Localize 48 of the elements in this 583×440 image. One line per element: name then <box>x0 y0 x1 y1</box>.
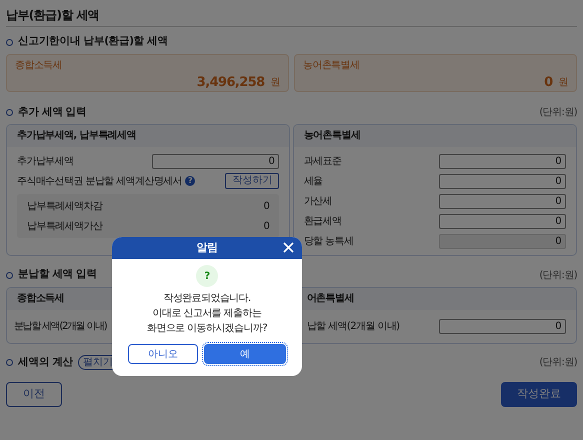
field-label: 주식매수선택권 분납할 세액계산명세서 <box>17 174 182 188</box>
unit-label: 원 <box>270 76 280 90</box>
card-label: 종합소득세 <box>15 58 64 72</box>
complete-button[interactable]: 작성완료 <box>501 382 577 406</box>
write-button[interactable]: 작성하기 <box>225 173 280 189</box>
bullet-icon <box>6 272 13 278</box>
section-title: 세액의 계산 <box>18 354 74 370</box>
info-icon[interactable]: ? <box>184 176 195 186</box>
input-field[interactable]: 0 <box>439 194 566 208</box>
section-title: 분납할 세액 입력 <box>18 267 97 282</box>
dialog-title: 알림 <box>196 240 218 256</box>
field-label: 추가납부세액 <box>17 154 74 168</box>
field-label: 가산세 <box>304 194 332 208</box>
unit-label: 원 <box>558 76 568 90</box>
panel-title: 추가납부세액, 납부특례세액 <box>7 125 290 147</box>
field-value: 0 <box>263 220 270 234</box>
unit-note: (단위:원) <box>539 356 577 370</box>
cancel-button[interactable]: 아니오 <box>128 344 198 364</box>
previous-button[interactable]: 이전 <box>6 382 62 406</box>
confirm-button[interactable]: 예 <box>204 344 286 364</box>
unit-note: (단위:원) <box>539 106 577 120</box>
input-field[interactable]: 0 <box>439 154 566 168</box>
field-label: 납부특례세액차감 <box>27 200 102 214</box>
field-value: 0 <box>263 200 270 214</box>
question-icon: ? <box>196 265 218 287</box>
field-label: 세율 <box>304 174 323 188</box>
field-label: 환급세액 <box>304 214 342 228</box>
unit-note: (단위:원) <box>539 268 577 282</box>
section-title: 추가 세액 입력 <box>18 104 87 120</box>
input-field[interactable]: 0 <box>439 214 566 228</box>
close-icon[interactable] <box>283 242 294 253</box>
bullet-icon <box>6 109 13 116</box>
bullet-icon <box>6 38 13 46</box>
card-label: 농어촌특별세 <box>303 58 360 72</box>
input-field[interactable]: 0 <box>152 154 280 168</box>
field-label: 과세표준 <box>304 154 342 168</box>
field-label: 분납할 세액(2개월 이내) <box>14 320 106 334</box>
input-field[interactable]: 0 <box>439 174 566 188</box>
page-title: 납부(환급)할 세액 <box>6 7 100 24</box>
field-label: 납할 세액(2개월 이내) <box>306 320 400 334</box>
input-field[interactable]: 0 <box>439 318 566 334</box>
field-label: 납부특례세액가산 <box>27 220 102 234</box>
field-label: 당할 농특세 <box>304 234 354 248</box>
amount-value: 3,496,258 <box>196 74 265 92</box>
panel-title: 농어촌특별세 <box>294 125 576 147</box>
bullet-icon <box>6 359 13 366</box>
section-title: 신고기한이내 납부(환급)할 세액 <box>18 34 168 50</box>
amount-value: 0 <box>544 74 553 92</box>
